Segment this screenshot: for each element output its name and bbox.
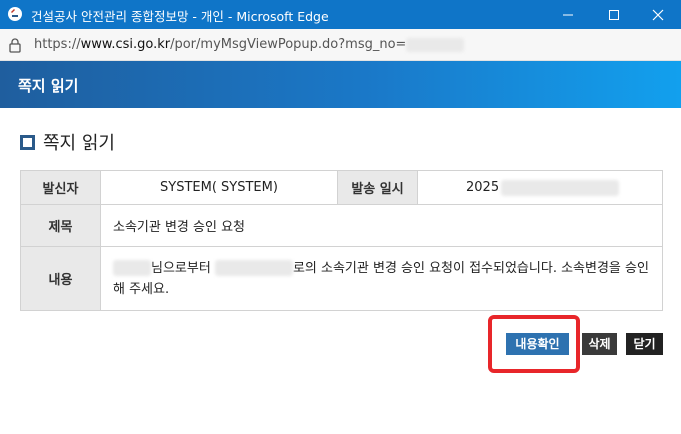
url-prefix: https://: [34, 37, 81, 52]
redacted-organization: [214, 260, 293, 276]
maximize-icon: [609, 10, 619, 20]
highlight-box: [488, 315, 580, 373]
sent-date-label: 발송 일시: [337, 170, 418, 205]
content-label: 내용: [20, 246, 101, 311]
popup-header-title: 쪽지 읽기: [18, 77, 79, 95]
window-title-bar: 건설공사 안전관리 종합정보망 - 개인 - Microsoft Edge: [0, 0, 681, 29]
sent-date-cell: 2025: [417, 170, 663, 205]
url-path: /por/myMsgViewPopup.do?msg_no=: [170, 37, 407, 52]
table-row: 발신자 SYSTEM( SYSTEM) 발송 일시 2025: [20, 170, 663, 205]
close-window-button[interactable]: [635, 0, 681, 29]
table-row: 제목 소속기관 변경 승인 요청: [20, 204, 663, 247]
address-bar[interactable]: https://www.csi.go.kr/por/myMsgViewPopup…: [0, 29, 681, 61]
content-part1: 님으로부터: [151, 260, 211, 276]
sent-date-value: 2025: [466, 180, 500, 195]
edge-icon: [8, 7, 22, 21]
sender-label: 발신자: [20, 170, 101, 205]
lock-icon: [9, 38, 21, 53]
redacted-msg-no: [406, 37, 465, 52]
delete-button[interactable]: 삭제: [582, 333, 617, 355]
close-icon: [652, 9, 664, 21]
section-title: 쪽지 읽기: [20, 129, 115, 155]
table-row: 내용 님으로부터 로의 소속기관 변경 승인 요청이 접수되었습니다. 소속변경…: [20, 246, 663, 311]
content-cell: 님으로부터 로의 소속기관 변경 승인 요청이 접수되었습니다. 소속변경을 승…: [100, 246, 663, 311]
minimize-icon: [563, 14, 573, 16]
redacted-date: [501, 179, 620, 196]
square-bullet-icon: [20, 134, 35, 150]
close-button[interactable]: 닫기: [626, 333, 663, 355]
redacted-name: [113, 260, 151, 276]
window-title: 건설공사 안전관리 종합정보망 - 개인 - Microsoft Edge: [31, 9, 329, 24]
subject-label: 제목: [20, 204, 101, 247]
minimize-button[interactable]: [545, 0, 591, 29]
popup-header: 쪽지 읽기: [0, 61, 681, 108]
url-text[interactable]: https://www.csi.go.kr/por/myMsgViewPopup…: [34, 37, 465, 52]
section-title-text: 쪽지 읽기: [43, 133, 115, 154]
message-table: 발신자 SYSTEM( SYSTEM) 발송 일시 2025 제목 소속기관 변…: [20, 170, 663, 311]
maximize-button[interactable]: [591, 0, 637, 29]
sender-value: SYSTEM( SYSTEM): [100, 170, 338, 205]
subject-value: 소속기관 변경 승인 요청: [100, 204, 663, 247]
url-domain: www.csi.go.kr: [80, 37, 171, 52]
